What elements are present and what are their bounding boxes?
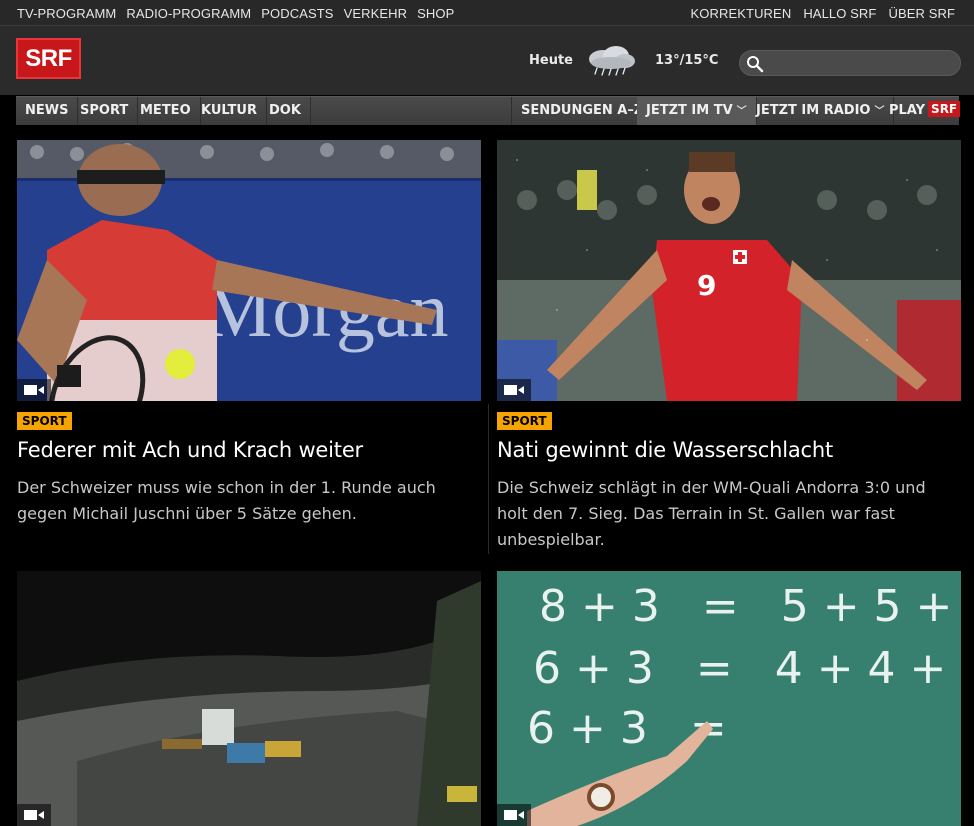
verkehr-link[interactable]: VERKEHR — [344, 6, 408, 21]
ueber-srf-link[interactable]: ÜBER SRF — [888, 6, 955, 21]
article-card-night[interactable] — [17, 571, 481, 826]
hallo-srf-link[interactable]: HALLO SRF — [803, 6, 876, 21]
nav-meteo[interactable]: METEO — [131, 97, 201, 125]
nav-jetzt-im-radio[interactable]: JETZT IM RADIO ﹀ — [747, 97, 895, 125]
srf-logo[interactable]: SRF — [16, 38, 81, 79]
video-badge — [17, 804, 51, 826]
article-title[interactable]: Federer mit Ach und Krach weiter — [17, 438, 363, 462]
nav-news-label: NEWS — [25, 103, 69, 118]
video-badge — [497, 804, 531, 826]
category-tag[interactable]: SPORT — [497, 412, 552, 430]
article-image-night[interactable] — [17, 571, 481, 826]
nav-kultur[interactable]: KULTUR — [192, 97, 267, 125]
video-camera-icon — [504, 810, 524, 820]
video-camera-icon — [24, 810, 44, 820]
search-icon[interactable] — [746, 55, 764, 73]
utility-links-left: TV-PROGRAMM RADIO-PROGRAMM PODCASTS VERK… — [17, 6, 464, 21]
tv-programm-link[interactable]: TV-PROGRAMM — [17, 6, 116, 21]
nav-jetzt-radio-label: JETZT IM RADIO — [756, 103, 871, 118]
jersey-number: 9 — [697, 269, 716, 302]
logo-text: SRF — [25, 44, 72, 72]
nav-dok-label: DOK — [269, 103, 301, 118]
weather-temperature: 13°/15°C — [655, 53, 719, 68]
nav-play-srf[interactable]: PLAY SRF — [880, 97, 969, 125]
article-card-chalkboard[interactable]: 8+3 = 5+5+1 6+3 = 4+4+1 6+3 = — [497, 571, 961, 826]
video-badge — [17, 379, 51, 401]
football-photo: 9 — [497, 140, 961, 401]
video-camera-icon — [504, 385, 524, 395]
radio-programm-link[interactable]: RADIO-PROGRAMM — [126, 6, 251, 21]
weather-day: Heute — [529, 53, 573, 68]
article-card-federer[interactable]: Morgan SPORT Federer mit Ach und Krach w… — [17, 140, 481, 540]
utility-bar: TV-PROGRAMM RADIO-PROGRAMM PODCASTS VERK… — [0, 0, 974, 26]
chalk-line-1: 8+3 = 5+5+1 — [539, 581, 961, 632]
article-title[interactable]: Nati gewinnt die Wasserschlacht — [497, 438, 833, 462]
rain-cloud-icon — [589, 46, 635, 76]
article-lead: Der Schweizer muss wie schon in der 1. R… — [17, 478, 436, 523]
article-image-nati[interactable]: 9 — [497, 140, 961, 401]
video-badge — [497, 379, 531, 401]
korrekturen-link[interactable]: KORREKTUREN — [691, 6, 792, 21]
nav-jetzt-im-tv[interactable]: JETZT IM TV ﹀ — [637, 97, 757, 125]
utility-links-right: KORREKTUREN HALLO SRF ÜBER SRF — [679, 6, 955, 21]
play-srf-badge: SRF — [928, 101, 961, 117]
category-tag[interactable]: SPORT — [17, 412, 72, 430]
site-header: SRF Heute 13°/15°C — [0, 26, 974, 95]
article-card-nati[interactable]: 9 SPORT Nati gewinnt die Wasserschlacht … — [497, 140, 961, 560]
chalk-line-2: 6+3 = 4+4+1 — [533, 643, 961, 694]
night-landscape-photo — [17, 571, 481, 826]
nav-sport-label: SPORT — [80, 103, 129, 118]
nav-sendungen-label: SENDUNGEN A–Z — [521, 103, 644, 118]
search-input[interactable] — [768, 54, 953, 72]
nav-kultur-label: KULTUR — [201, 103, 257, 118]
nav-jetzt-tv-label: JETZT IM TV — [646, 103, 733, 118]
main-navigation: NEWS SPORT METEO KULTUR DOK SENDUNGEN A–… — [16, 96, 961, 125]
video-camera-icon — [24, 385, 44, 395]
chalkboard-photo: 8+3 = 5+5+1 6+3 = 4+4+1 6+3 = — [497, 571, 961, 826]
tennis-photo: Morgan — [17, 140, 481, 401]
nav-meteo-label: METEO — [140, 103, 191, 118]
podcasts-link[interactable]: PODCASTS — [261, 6, 333, 21]
nav-sport[interactable]: SPORT — [71, 97, 139, 125]
nav-play-label: PLAY — [889, 103, 926, 118]
article-lead: Die Schweiz schlägt in der WM-Quali Ando… — [497, 478, 926, 549]
column-divider — [488, 404, 489, 554]
article-image-federer[interactable]: Morgan — [17, 140, 481, 401]
article-image-chalkboard[interactable]: 8+3 = 5+5+1 6+3 = 4+4+1 6+3 = — [497, 571, 961, 826]
search-box[interactable] — [739, 50, 961, 76]
shop-link[interactable]: SHOP — [417, 6, 454, 21]
chevron-down-icon: ﹀ — [736, 106, 747, 117]
nav-sendungen-a-z[interactable]: SENDUNGEN A–Z — [511, 97, 654, 125]
nav-dok[interactable]: DOK — [260, 97, 311, 125]
nav-news[interactable]: NEWS — [16, 97, 79, 125]
